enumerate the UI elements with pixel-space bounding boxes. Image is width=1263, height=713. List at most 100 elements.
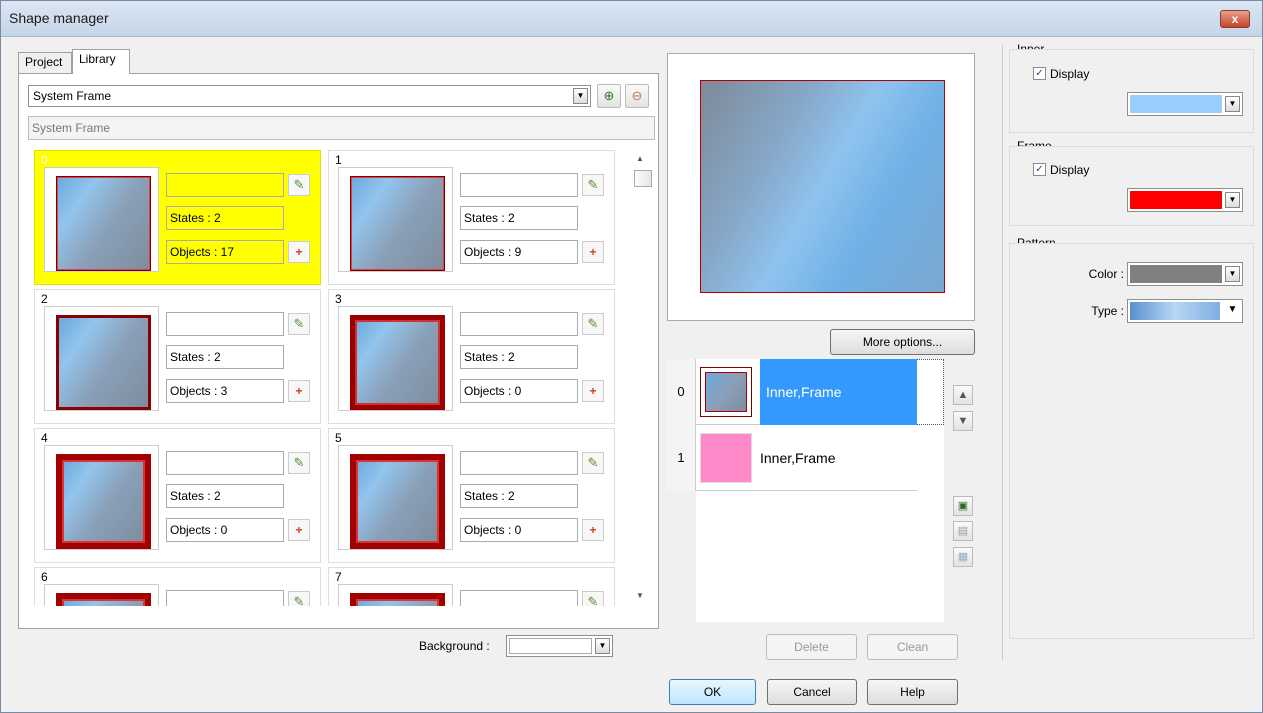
library-dropdown[interactable]: System Frame ▼ [28,85,591,107]
pattern-type-label: Type : [1091,304,1124,318]
scrollbar-thumb[interactable] [634,170,652,187]
shape-cell-number: 1 [335,153,342,167]
remove-library-button[interactable]: ⊖ [625,84,649,108]
pencil-icon[interactable]: ✎ [582,313,604,335]
state-row-0[interactable]: 0 Inner,Frame [667,359,917,425]
add-object-icon[interactable]: + [582,519,604,541]
add-object-icon[interactable]: + [582,380,604,402]
shape-thumbnail [56,454,151,549]
add-object-icon[interactable]: + [288,519,310,541]
shape-states-field: States : 2 [460,345,578,369]
shape-cell-number: 2 [41,292,48,306]
scroll-up-icon[interactable]: ▲ [636,154,644,163]
pattern-type-select[interactable]: ▼ [1127,299,1243,323]
add-object-icon[interactable]: + [288,241,310,263]
shape-objects-field: Objects : 0 [166,518,284,542]
background-color-swatch [509,638,592,654]
state-list: 0 Inner,Frame 1 Inner,Frame [667,359,944,622]
shape-name-field[interactable] [166,590,284,606]
shape-cell-5[interactable]: 5 ✎ States : 2 Objects : 0 + [328,428,615,563]
shape-objects-field: Objects : 3 [166,379,284,403]
arrow-down-icon: ▼ [957,415,969,427]
inner-display-label: Display [1050,67,1090,81]
copy-state-button[interactable]: ▣ [953,496,973,516]
shape-grid-scrollbar[interactable]: ▲ ▼ [631,148,653,606]
shape-cell-number: 0 [41,153,48,167]
pencil-icon[interactable]: ✎ [288,452,310,474]
pencil-icon[interactable]: ✎ [582,174,604,196]
tab-project[interactable]: Project [18,52,72,73]
pencil-icon[interactable]: ✎ [582,591,604,606]
shape-thumbnail [350,315,445,410]
clean-button[interactable]: Clean [867,634,958,660]
shape-name-field[interactable] [460,451,578,475]
state-index: 0 [667,359,696,425]
shape-thumbnail [56,176,151,271]
shape-name-field[interactable] [460,173,578,197]
shape-states-field: States : 2 [166,345,284,369]
shape-name-field[interactable] [166,312,284,336]
ok-button[interactable]: OK [669,679,756,705]
background-color-select[interactable]: ▼ [506,635,613,657]
state-label: Inner,Frame [760,450,836,466]
shape-cell-number: 4 [41,431,48,445]
inner-color-select[interactable]: ▼ [1127,92,1243,116]
chevron-down-icon[interactable]: ▼ [1225,266,1240,282]
cancel-button[interactable]: Cancel [767,679,857,705]
paste-icon: ▤ [957,525,969,537]
shape-cell-0[interactable]: 0 ✎ States : 2 Objects : 17 + [34,150,321,285]
inner-group [1009,49,1254,133]
help-button[interactable]: Help [867,679,958,705]
chevron-down-icon[interactable]: ▼ [1225,192,1240,208]
frame-color-select[interactable]: ▼ [1127,188,1243,212]
title-bar: Shape manager x [1,1,1262,37]
add-object-icon[interactable]: + [582,241,604,263]
more-options-button[interactable]: More options... [830,329,975,355]
shape-thumbnail-box [44,306,159,411]
shape-name-field[interactable] [460,590,578,606]
shape-name-field[interactable] [166,173,284,197]
chevron-down-icon[interactable]: ▼ [1225,96,1240,112]
move-down-button[interactable]: ▼ [953,411,973,431]
library-description: System Frame [28,116,655,140]
chevron-down-icon[interactable]: ▼ [1225,303,1240,319]
state-index-column [667,491,696,622]
remove-library-icon: ⊖ [631,88,643,103]
shape-cell-2[interactable]: 2 ✎ States : 2 Objects : 3 + [34,289,321,424]
inner-color-swatch [1130,95,1222,113]
scroll-down-icon[interactable]: ▼ [636,591,644,600]
add-object-icon[interactable]: + [288,380,310,402]
shape-cell-3[interactable]: 3 ✎ States : 2 Objects : 0 + [328,289,615,424]
chevron-down-icon[interactable]: ▼ [595,638,610,654]
shape-thumbnail-box [44,445,159,550]
shape-cell-number: 7 [335,570,342,584]
pencil-icon[interactable]: ✎ [288,591,310,606]
move-up-button[interactable]: ▲ [953,385,973,405]
pattern-color-select[interactable]: ▼ [1127,262,1243,286]
shape-objects-field: Objects : 0 [460,379,578,403]
shape-states-field: States : 2 [166,206,284,230]
pencil-icon[interactable]: ✎ [288,313,310,335]
frame-display-checkbox[interactable]: ✓ [1033,163,1046,176]
shape-objects-field: Objects : 17 [166,240,284,264]
transparent-state-button[interactable]: ▦ [953,547,973,567]
shape-cell-1[interactable]: 1 ✎ States : 2 Objects : 9 + [328,150,615,285]
pencil-icon[interactable]: ✎ [288,174,310,196]
state-row-1[interactable]: 1 Inner,Frame [667,425,917,491]
close-button[interactable]: x [1220,10,1250,28]
shape-objects-field: Objects : 0 [460,518,578,542]
shape-cell-7[interactable]: 7 ✎ [328,567,615,606]
tab-library[interactable]: Library [72,49,130,74]
paste-state-button[interactable]: ▤ [953,521,973,541]
pencil-icon[interactable]: ✎ [582,452,604,474]
chevron-down-icon[interactable]: ▼ [573,88,588,104]
preview-image [700,80,945,293]
shape-name-field[interactable] [166,451,284,475]
delete-button[interactable]: Delete [766,634,857,660]
inner-display-checkbox[interactable]: ✓ [1033,67,1046,80]
add-library-button[interactable]: ⊕ [597,84,621,108]
panel-separator [1002,45,1003,660]
shape-name-field[interactable] [460,312,578,336]
shape-cell-6[interactable]: 6 ✎ [34,567,321,606]
shape-cell-4[interactable]: 4 ✎ States : 2 Objects : 0 + [34,428,321,563]
